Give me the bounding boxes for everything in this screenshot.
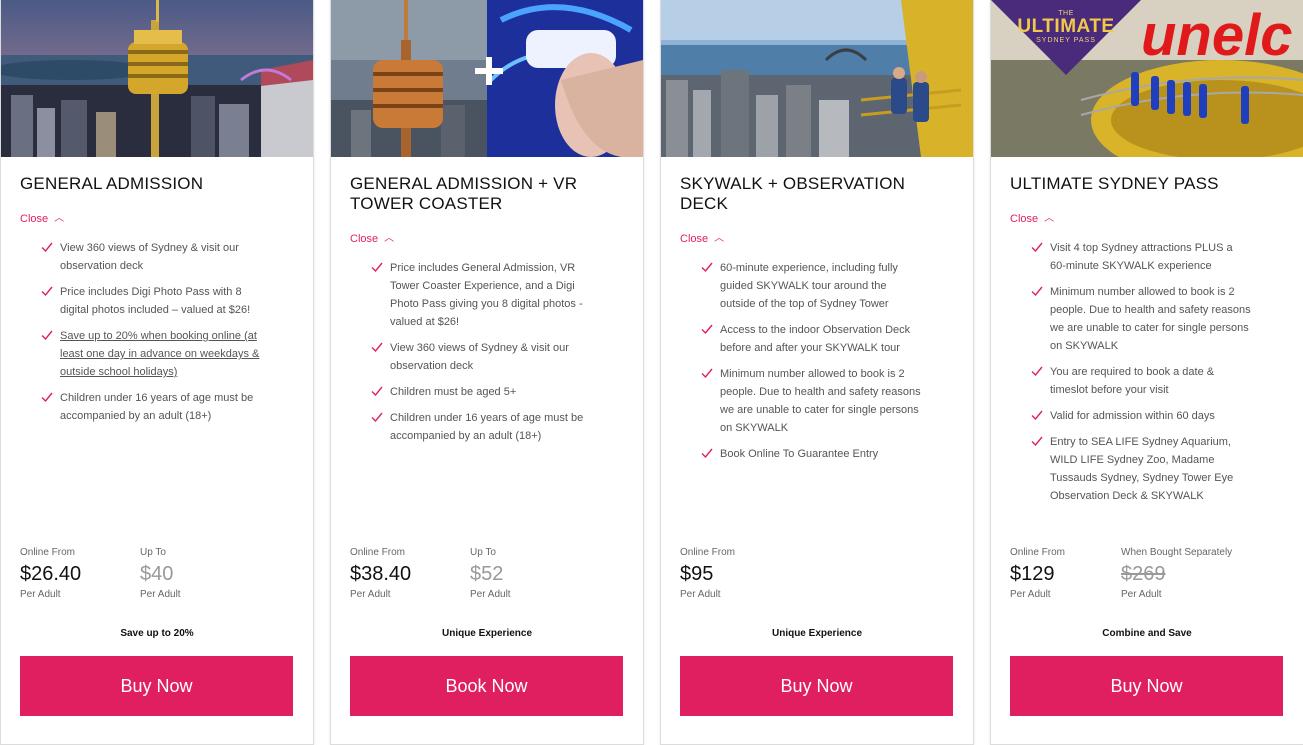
check-icon [1031, 410, 1043, 421]
card-title: SKYWALK + OBSERVATION DECK [680, 174, 906, 213]
close-toggle[interactable]: Close ︿ [680, 230, 724, 245]
check-icon [701, 262, 713, 273]
feature-item: Access to the indoor Observation Deck be… [701, 321, 921, 357]
check-icon [371, 342, 383, 353]
check-icon [1031, 242, 1043, 253]
check-icon [1031, 286, 1043, 297]
chevron-up-icon: ︿ [384, 233, 395, 244]
check-icon [701, 368, 713, 379]
chevron-up-icon: ︿ [714, 233, 725, 244]
feature-item: Book Online To Guarantee Entry [701, 445, 921, 463]
check-icon [41, 330, 53, 341]
feature-list: Visit 4 top Sydney attractions PLUS a 60… [1031, 239, 1251, 513]
check-icon [1031, 436, 1043, 447]
hero-image-sydney-tower-night [1, 0, 313, 157]
price-online-from: Online From $38.40 Per Adult [350, 547, 412, 600]
hero-image-tower-vr [331, 0, 643, 157]
buy-now-button[interactable]: Buy Now [20, 656, 293, 716]
feature-item: Minimum number allowed to book is 2 peop… [701, 365, 921, 437]
feature-item-link[interactable]: Save up to 20% when booking online (at l… [41, 327, 261, 381]
check-icon [41, 392, 53, 403]
close-toggle[interactable]: Close ︿ [1010, 210, 1054, 225]
feature-item: Children must be aged 5+ [371, 383, 591, 401]
card-title: GENERAL ADMISSION [20, 174, 204, 193]
card-tagline: Save up to 20% [120, 628, 194, 639]
feature-item: You are required to book a date & timesl… [1031, 363, 1251, 399]
feature-item: Valid for admission within 60 days [1031, 407, 1251, 425]
price-when-bought-separately: When Bought Separately $269 Per Adult [1121, 547, 1233, 600]
price-online-from: Online From $95 Per Adult [680, 547, 736, 600]
price-online-from: Online From $129 Per Adult [1010, 547, 1066, 600]
check-icon [41, 286, 53, 297]
feature-item: Children under 16 years of age must be a… [41, 389, 261, 425]
check-icon [701, 448, 713, 459]
check-icon [371, 412, 383, 423]
feature-item: View 360 views of Sydney & visit our obs… [41, 239, 261, 275]
feature-item: Price includes General Admission, VR Tow… [371, 259, 591, 331]
hero-image-skywalk [661, 0, 973, 157]
chevron-up-icon: ︿ [1044, 213, 1055, 224]
price-up-to: Up To $40 Per Adult [140, 547, 181, 600]
card-title: GENERAL ADMISSION + VR TOWER COASTER [350, 174, 578, 213]
ticket-card-skywalk: SKYWALK + OBSERVATION DECK Close ︿ 60-min… [660, 0, 974, 745]
check-icon [1031, 366, 1043, 377]
close-toggle[interactable]: Close ︿ [350, 230, 394, 245]
feature-list: Price includes General Admission, VR Tow… [371, 259, 591, 453]
ticket-card-general-admission: GENERAL ADMISSION Close ︿ View 360 views … [0, 0, 314, 745]
card-title: ULTIMATE SYDNEY PASS [1010, 174, 1219, 193]
card-tagline: Unique Experience [771, 628, 863, 639]
check-icon [41, 242, 53, 253]
price-up-to: Up To $52 Per Adult [470, 547, 511, 600]
feature-item: 60-minute experience, including fully gu… [701, 259, 921, 313]
svg-text:unelc: unelc [1141, 3, 1293, 68]
card-tagline: Combine and Save [1102, 628, 1192, 639]
feature-item: Entry to SEA LIFE Sydney Aquarium, WILD … [1031, 433, 1251, 505]
check-icon [371, 262, 383, 273]
book-now-button[interactable]: Book Now [350, 656, 623, 716]
feature-item: Minimum number allowed to book is 2 peop… [1031, 283, 1251, 355]
feature-list: View 360 views of Sydney & visit our obs… [41, 239, 261, 433]
check-icon [371, 386, 383, 397]
feature-item: Price includes Digi Photo Pass with 8 di… [41, 283, 261, 319]
feature-item: Visit 4 top Sydney attractions PLUS a 60… [1031, 239, 1251, 275]
price-online-from: Online From $26.40 Per Adult [20, 547, 82, 600]
chevron-up-icon: ︿ [54, 213, 65, 224]
feature-item: Children under 16 years of age must be a… [371, 409, 591, 445]
ultimate-pass-badge: THE ULTIMATE SYDNEY PASS [1017, 10, 1115, 44]
buy-now-button[interactable]: Buy Now [1010, 656, 1283, 716]
feature-item: View 360 views of Sydney & visit our obs… [371, 339, 591, 375]
close-toggle[interactable]: Close ︿ [20, 210, 64, 225]
ticket-card-vr-tower-coaster: GENERAL ADMISSION + VR TOWER COASTER Clo… [330, 0, 644, 745]
hero-image-ultimate-pass: unelc THE ULTIMATE SYDNEY PASS [991, 0, 1303, 157]
ticket-card-ultimate-pass: unelc THE ULTIMATE SYDNEY PASS ULTIMATE … [990, 0, 1303, 745]
feature-list: 60-minute experience, including fully gu… [701, 259, 921, 471]
buy-now-button[interactable]: Buy Now [680, 656, 953, 716]
check-icon [701, 324, 713, 335]
card-tagline: Unique Experience [441, 628, 533, 639]
